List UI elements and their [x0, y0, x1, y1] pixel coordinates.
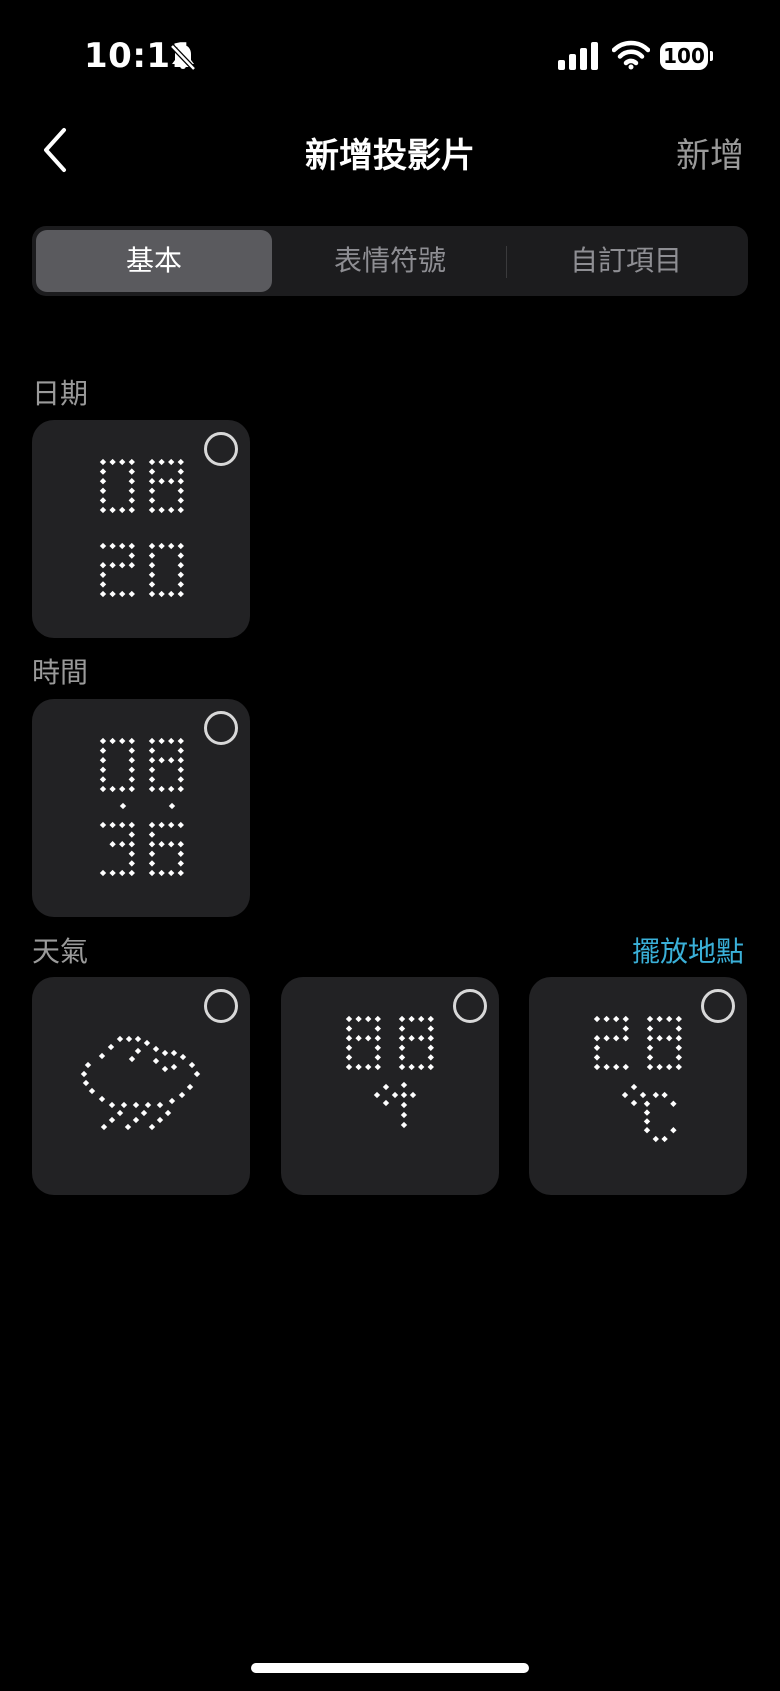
wifi-icon [612, 40, 650, 70]
tile-weather-icon[interactable] [32, 977, 250, 1195]
radio-unchecked-icon[interactable] [701, 989, 735, 1023]
radio-unchecked-icon[interactable] [204, 711, 238, 745]
tile-date[interactable] [32, 420, 250, 638]
radio-unchecked-icon[interactable] [204, 989, 238, 1023]
battery-level: 100 [660, 42, 708, 70]
tab-custom[interactable]: 自訂項目 [508, 230, 744, 292]
segmented-tabs: 基本 表情符號 自訂項目 [32, 226, 748, 296]
tile-weather-celsius[interactable] [529, 977, 747, 1195]
bell-slash-icon [170, 44, 196, 71]
home-indicator[interactable] [251, 1663, 529, 1673]
page-title: 新增投影片 [305, 136, 475, 176]
tile-time[interactable] [32, 699, 250, 917]
nav-bar: 新增投影片 新增 [0, 110, 780, 190]
tab-basic[interactable]: 基本 [36, 230, 272, 292]
radio-unchecked-icon[interactable] [204, 432, 238, 466]
radio-unchecked-icon[interactable] [453, 989, 487, 1023]
battery-icon: 100 [660, 42, 713, 70]
battery-cap [710, 51, 713, 61]
tile-weather-temperature[interactable] [281, 977, 499, 1195]
signal-icon [558, 42, 598, 70]
section-label-weather: 天氣 [32, 935, 89, 968]
add-button[interactable]: 新增 [676, 128, 744, 177]
set-location-link[interactable]: 擺放地點 [632, 930, 744, 970]
tab-emoji[interactable]: 表情符號 [272, 230, 508, 292]
section-label-time: 時間 [32, 656, 89, 689]
status-bar: 10:11 100 [0, 0, 780, 110]
section-label-date: 日期 [32, 377, 89, 410]
